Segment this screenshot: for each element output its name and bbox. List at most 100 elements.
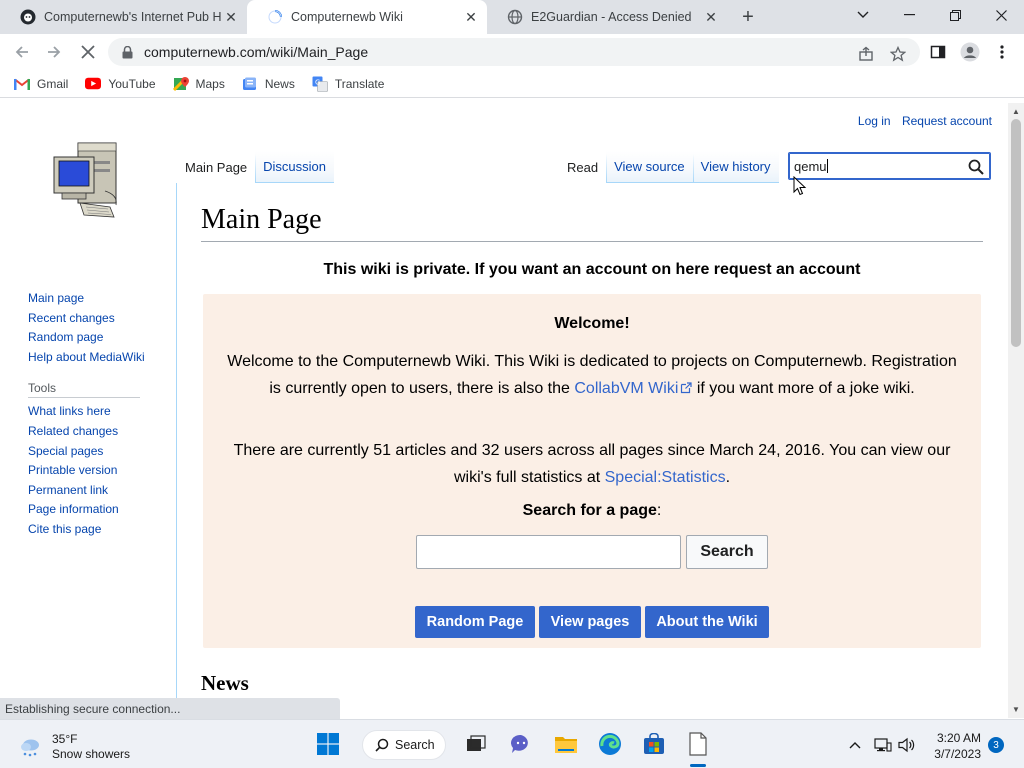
news-icon <box>242 76 258 92</box>
search-icon[interactable] <box>968 159 984 175</box>
chevron-up-icon[interactable] <box>846 736 864 754</box>
sidebar-item-main-page[interactable]: Main page <box>28 289 168 309</box>
bookmark-label: Gmail <box>37 76 69 91</box>
view-pages-button[interactable]: View pages <box>539 606 641 638</box>
browser-toolbar: computernewb.com/wiki/Main_Page <box>0 34 1024 70</box>
network-icon[interactable] <box>874 736 892 754</box>
wiki-logo[interactable] <box>50 139 126 225</box>
about-wiki-button[interactable]: About the Wiki <box>645 606 769 638</box>
close-window-button[interactable] <box>978 0 1024 30</box>
more-menu-icon[interactable] <box>992 42 1012 62</box>
sidebar-item-recent-changes[interactable]: Recent changes <box>28 309 168 329</box>
request-account-link[interactable]: Request account <box>902 114 992 128</box>
log-in-link[interactable]: Log in <box>858 114 891 128</box>
stop-loading-button[interactable] <box>74 40 102 64</box>
forward-button[interactable] <box>40 40 68 64</box>
bookmark-label: News <box>264 76 295 91</box>
bookmark-maps[interactable]: Maps <box>172 76 225 92</box>
random-page-button[interactable]: Random Page <box>415 606 535 638</box>
tab-internet-pub[interactable]: Computernewb's Internet Pub Hu ✕ <box>0 0 247 34</box>
microsoft-store-icon[interactable] <box>640 730 668 758</box>
tab-e2guardian[interactable]: E2Guardian - Access Denied ✕ <box>487 0 727 34</box>
tab-main-page[interactable]: Main Page <box>177 151 256 183</box>
close-tab-icon[interactable]: ✕ <box>463 9 479 25</box>
gmail-icon <box>14 76 30 92</box>
sidebar-item-special-pages[interactable]: Special pages <box>28 442 168 462</box>
scroll-down-arrow-icon[interactable]: ▼ <box>1012 705 1020 714</box>
bookmark-news[interactable]: News <box>242 76 295 92</box>
personal-tools: Log in Request account <box>850 114 992 128</box>
sidebar-item-random-page[interactable]: Random page <box>28 328 168 348</box>
mouse-cursor-icon <box>793 175 807 196</box>
restore-button[interactable] <box>932 0 978 30</box>
sidebar-item-what-links-here[interactable]: What links here <box>28 402 168 422</box>
tab-computernewb-wiki[interactable]: Computernewb Wiki ✕ <box>247 0 487 34</box>
youtube-icon <box>85 76 102 92</box>
teams-chat-icon[interactable] <box>507 730 535 758</box>
translate-icon: G <box>312 76 328 92</box>
minimize-button[interactable] <box>886 0 932 30</box>
start-button[interactable] <box>314 730 342 758</box>
profile-avatar-icon[interactable] <box>960 42 980 62</box>
sidebar-item-page-information[interactable]: Page information <box>28 500 168 520</box>
weather-widget[interactable]: 35°F Snow showers <box>18 732 130 762</box>
sidebar-item-help[interactable]: Help about MediaWiki <box>28 348 168 368</box>
taskbar-search-label: Search <box>395 738 435 752</box>
bookmark-translate[interactable]: G Translate <box>312 76 385 92</box>
file-explorer-icon[interactable] <box>552 730 580 758</box>
side-panel-icon[interactable] <box>928 42 948 62</box>
task-view-icon[interactable] <box>462 730 490 758</box>
stats-paragraph: There are currently 51 articles and 32 u… <box>233 442 951 486</box>
speaker-icon[interactable] <box>898 736 916 754</box>
sidebar-item-permanent-link[interactable]: Permanent link <box>28 481 168 501</box>
wiki-search-input[interactable]: qemu <box>788 152 991 180</box>
tab-search-icon[interactable] <box>840 0 886 30</box>
collabvm-wiki-link[interactable]: CollabVM Wiki <box>574 380 692 397</box>
new-tab-button[interactable]: + <box>736 5 760 29</box>
windows-logo-icon <box>317 733 339 755</box>
maps-icon <box>172 76 189 92</box>
clock-time: 3:20 AM <box>936 731 981 745</box>
tab-read[interactable]: Read <box>559 151 607 183</box>
clock[interactable]: 3:20 AM 3/7/2023 <box>928 730 981 762</box>
share-icon[interactable] <box>856 44 876 64</box>
tab-discussion[interactable]: Discussion <box>255 151 335 183</box>
weather-desc: Snow showers <box>52 747 131 761</box>
bookmark-star-icon[interactable] <box>888 44 908 64</box>
close-tab-icon[interactable]: ✕ <box>223 9 239 25</box>
github-octocat-icon <box>20 9 36 25</box>
bookmarks-bar: Gmail YouTube Maps News G Translate <box>0 70 1024 98</box>
tab-view-source[interactable]: View source <box>606 151 693 183</box>
url-text: computernewb.com/wiki/Main_Page <box>144 44 369 60</box>
tab-view-history[interactable]: View history <box>692 151 779 183</box>
edge-browser-icon[interactable] <box>596 730 624 758</box>
page-search-input[interactable] <box>416 535 681 569</box>
sidebar-item-related-changes[interactable]: Related changes <box>28 422 168 442</box>
address-bar[interactable]: computernewb.com/wiki/Main_Page <box>108 38 920 66</box>
notification-badge[interactable]: 3 <box>988 737 1004 753</box>
taskbar-search[interactable]: Search <box>362 730 446 760</box>
globe-icon <box>507 9 523 25</box>
bookmark-gmail[interactable]: Gmail <box>14 76 68 92</box>
search-icon <box>375 738 389 752</box>
sidebar-item-printable-version[interactable]: Printable version <box>28 461 168 481</box>
bookmark-label: Translate <box>334 76 385 91</box>
special-statistics-link[interactable]: Special:Statistics <box>605 469 726 486</box>
search-input-text: qemu <box>794 159 828 174</box>
bookmark-youtube[interactable]: YouTube <box>85 76 156 92</box>
scroll-up-arrow-icon[interactable]: ▲ <box>1012 107 1020 116</box>
scrollbar-thumb[interactable] <box>1011 119 1021 347</box>
lock-icon[interactable] <box>120 45 134 59</box>
external-link-icon <box>681 382 692 394</box>
close-tab-icon[interactable]: ✕ <box>703 9 719 25</box>
tab-title: Computernewb's Internet Pub Hu <box>44 10 222 24</box>
back-button[interactable] <box>8 40 36 64</box>
search-for-page-label: Search for a page: <box>522 502 662 519</box>
svg-text:G: G <box>315 78 320 86</box>
sidebar-item-cite-this-page[interactable]: Cite this page <box>28 520 168 540</box>
page-search-button[interactable]: Search <box>686 535 768 569</box>
tools-heading: Tools <box>28 381 140 399</box>
notepad-document-icon[interactable] <box>684 730 712 758</box>
welcome-box: Welcome! Welcome to the Computernewb Wik… <box>203 294 981 648</box>
page-scrollbar[interactable]: ▲ ▼ <box>1008 103 1024 718</box>
